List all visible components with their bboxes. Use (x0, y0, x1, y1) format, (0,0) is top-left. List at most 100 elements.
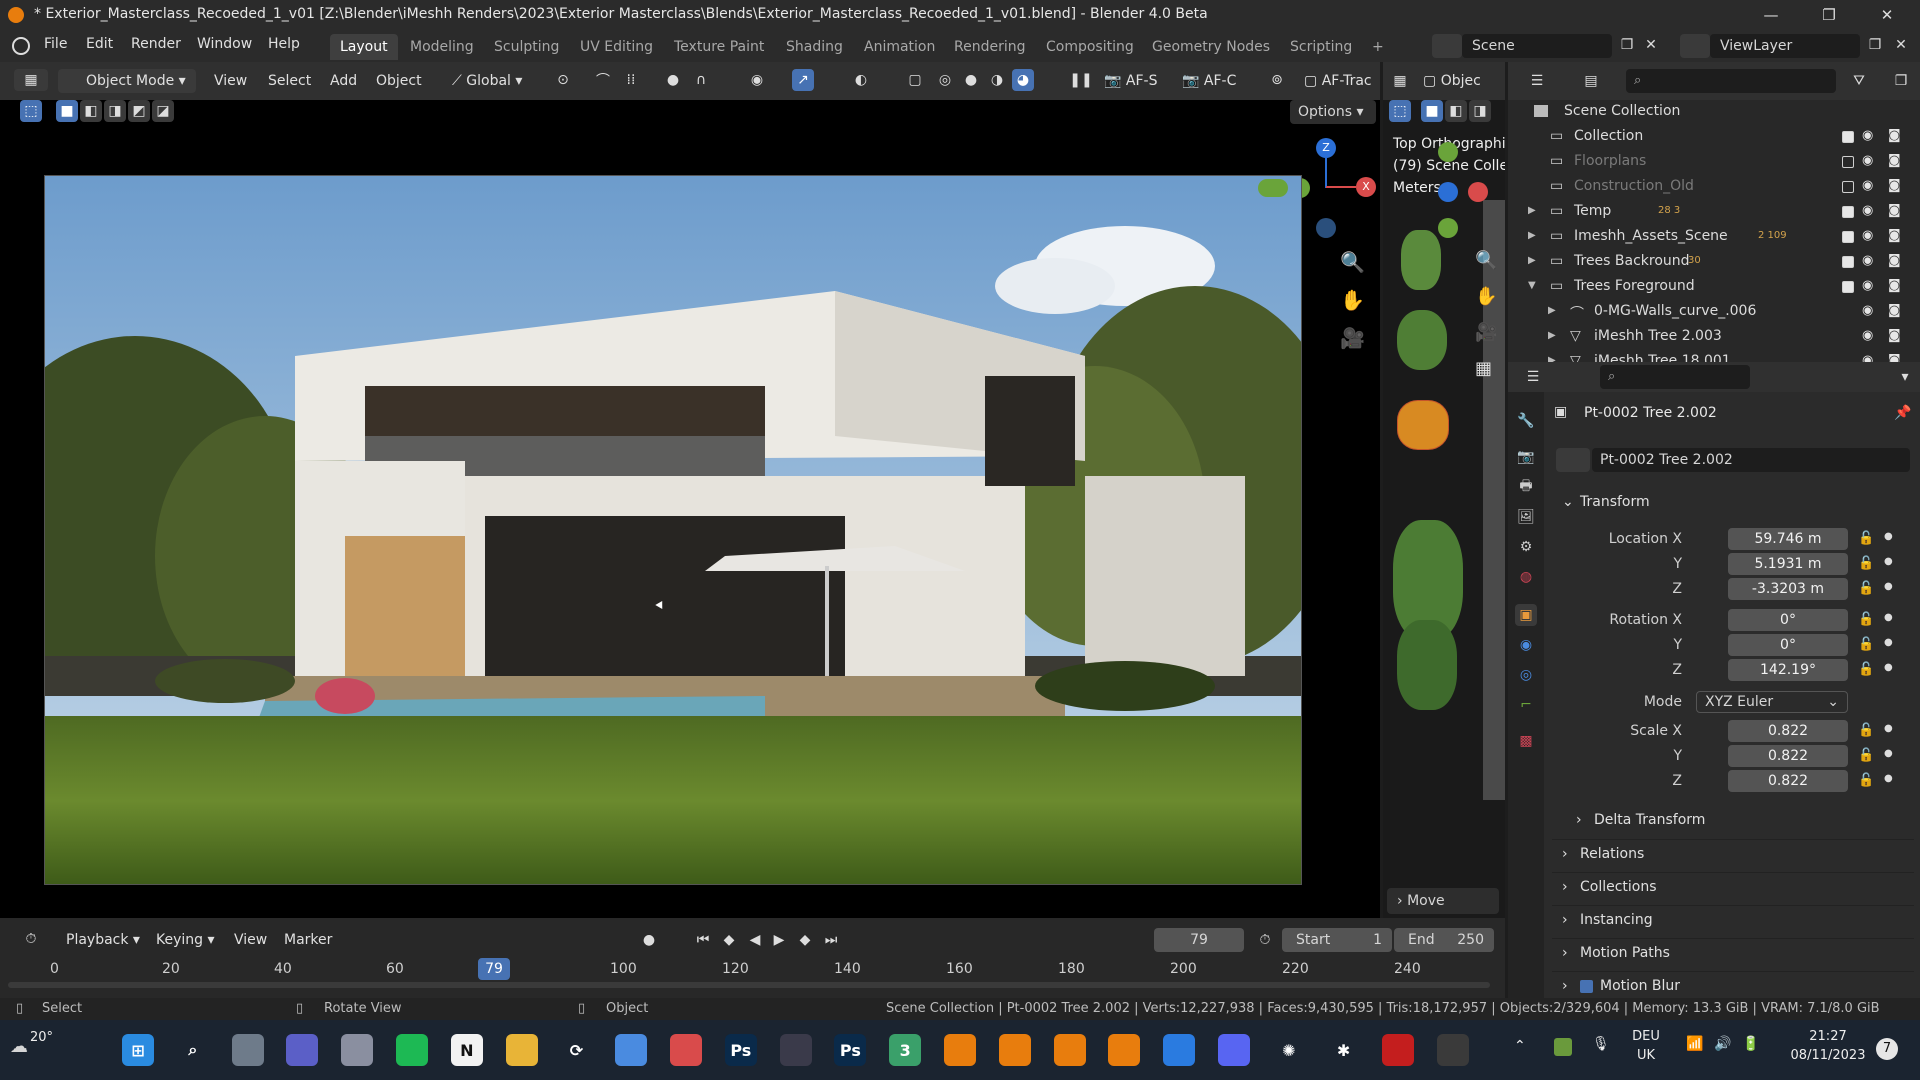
last-operator-panel[interactable]: › Move (1387, 888, 1499, 914)
render-tab-icon[interactable]: 📷 (1515, 446, 1537, 468)
select-new-icon-2[interactable]: ■ (1421, 100, 1443, 122)
keyframe-dot-icon[interactable]: ● (1884, 748, 1893, 759)
camera-render-icon[interactable]: ◙ (1888, 278, 1906, 294)
outliner-item[interactable]: ▶ ⌒ 0-MG-Walls_curve_.006 ◉ ◙ (1508, 300, 1920, 325)
scene-browse-icon[interactable] (1432, 34, 1462, 58)
eye-icon[interactable]: ◉ (1862, 128, 1880, 144)
viewlayer-selector[interactable]: ViewLayer (1710, 34, 1860, 58)
jump-end-icon[interactable]: ⏭ (820, 929, 842, 951)
panel-header[interactable]: › Relations (1552, 839, 1914, 867)
outliner-item[interactable]: ▭ Construction_Old ◉ ◙ (1508, 175, 1920, 200)
select-new-icon[interactable]: ■ (56, 100, 78, 122)
outliner-item[interactable]: ▭ Floorplans ◉ ◙ (1508, 150, 1920, 175)
keyframe-dot-icon[interactable]: ● (1884, 581, 1893, 592)
panel-header[interactable]: › Motion Blur (1552, 971, 1914, 999)
gizmo-z-axis[interactable]: Z (1316, 138, 1336, 158)
outliner-item[interactable]: ▶ ▭ Temp 28 3 ◉ ◙ (1508, 200, 1920, 225)
outliner-item[interactable]: ▼ ▭ Trees Foreground ◉ ◙ (1508, 275, 1920, 300)
lock-icon[interactable]: 🔓 (1858, 723, 1874, 738)
render-preview-image[interactable] (44, 175, 1302, 885)
battery-icon[interactable]: 🔋 (1742, 1036, 1759, 1052)
tab-texture-paint[interactable]: Texture Paint (664, 34, 774, 60)
stopwatch-icon[interactable]: ⏱ (1254, 929, 1276, 951)
acrobat-icon[interactable] (1382, 1034, 1415, 1066)
overlays-icon[interactable]: ◐ (850, 69, 872, 91)
keyframe-dot-icon[interactable]: ● (1884, 612, 1893, 623)
gizmo2-neg-y-axis[interactable] (1438, 218, 1458, 238)
jump-start-icon[interactable]: ⏮ (692, 929, 714, 951)
expand-arrow-icon[interactable]: ▶ (1528, 255, 1536, 266)
openai-icon[interactable]: ✺ (1273, 1034, 1305, 1066)
lock-icon[interactable]: 🔓 (1858, 531, 1874, 546)
exclude-checkbox[interactable] (1842, 256, 1854, 268)
tab-modeling[interactable]: Modeling (400, 34, 484, 60)
motion-blur-checkbox[interactable] (1580, 980, 1593, 993)
world-tab-icon[interactable]: ◍ (1515, 566, 1537, 588)
camera-render-icon[interactable]: ◙ (1888, 228, 1906, 244)
pivot-icon[interactable]: ⊙ (552, 69, 574, 91)
outliner-root[interactable]: Scene Collection (1508, 100, 1920, 125)
proportional-icon[interactable]: ● (662, 69, 684, 91)
eye-icon[interactable]: ◉ (1862, 328, 1880, 344)
object-tab-icon[interactable]: ▣ (1515, 604, 1537, 626)
material-shading-icon[interactable]: ◑ (986, 69, 1008, 91)
menu-file[interactable]: File (44, 36, 67, 52)
gizmo-x-axis[interactable]: X (1356, 177, 1376, 197)
lock-icon[interactable]: 🔓 (1858, 662, 1874, 677)
playhead-frame[interactable]: 79 (478, 958, 510, 980)
wifi-icon[interactable]: 📶 (1686, 1036, 1703, 1052)
exclude-checkbox[interactable] (1842, 281, 1854, 293)
keyframe-dot-icon[interactable]: ● (1884, 556, 1893, 567)
gizmo-toggle-icon[interactable]: ↗ (792, 69, 814, 91)
menu-add[interactable]: Add (324, 69, 363, 93)
play-icon[interactable]: ▶ (768, 929, 790, 951)
transform-value-field[interactable]: 5.1931 m (1728, 553, 1848, 575)
timeline-editor-icon[interactable]: ⏱ (14, 928, 48, 950)
calendar-icon[interactable] (341, 1034, 374, 1066)
display-mode-icon[interactable]: ▤ (1580, 70, 1602, 92)
clock-date[interactable]: 08/11/2023 (1790, 1048, 1866, 1063)
scene-new-icon[interactable]: ❐ (1616, 34, 1638, 56)
grid-view-icon[interactable]: ▦ (1475, 358, 1492, 379)
top-ortho-viewport[interactable]: ⬚ ■ ◧ ◨ Top Orthographic (79) Scene Coll… (1383, 100, 1505, 918)
select-intersect-icon[interactable]: ◪ (152, 100, 174, 122)
blender3-icon[interactable] (1053, 1034, 1086, 1066)
close-button[interactable]: ✕ (1864, 2, 1910, 28)
language-code[interactable]: DEU (1626, 1029, 1666, 1044)
outliner-editor-icon[interactable]: ☰ (1526, 70, 1548, 92)
properties-search-input[interactable]: ⌕ (1600, 365, 1750, 389)
expand-arrow-icon[interactable]: ▼ (1528, 280, 1536, 291)
object-browse-icon[interactable] (1556, 448, 1590, 472)
start-frame-field[interactable]: Start 1 (1282, 928, 1392, 952)
viewlayer-browse-icon[interactable] (1680, 34, 1710, 58)
blender-menu-icon[interactable] (12, 37, 30, 55)
timeline-scrollbar[interactable] (8, 982, 1490, 988)
orientation-dropdown[interactable]: ⟋ Global ▾ (446, 69, 528, 93)
tray-app-icon[interactable] (1554, 1038, 1572, 1056)
eye-icon[interactable]: ◉ (1862, 228, 1880, 244)
pause-render-icon[interactable]: ❚❚ (1069, 69, 1092, 91)
exclude-checkbox[interactable] (1842, 156, 1854, 168)
properties-editor-icon[interactable]: ☰ (1522, 366, 1544, 388)
teams-icon[interactable] (286, 1034, 319, 1066)
navigation-gizmo[interactable]: Z X (1290, 138, 1390, 238)
exclude-checkbox[interactable] (1842, 206, 1854, 218)
notification-badge[interactable]: 7 (1876, 1038, 1898, 1060)
blender4-icon[interactable] (1108, 1034, 1141, 1066)
render-toggle-icon[interactable] (1258, 179, 1288, 197)
lock-icon[interactable]: 🔓 (1858, 612, 1874, 627)
camera-render-icon[interactable]: ◙ (1888, 153, 1906, 169)
object-mode-dropdown-2[interactable]: ▢ Objec (1417, 69, 1505, 93)
gizmo-neg-z-axis[interactable] (1316, 218, 1336, 238)
record-icon[interactable]: ● (638, 929, 660, 951)
keyframe-dot-icon[interactable]: ● (1884, 662, 1893, 673)
af-track-button[interactable]: ▢ AF-Trac (1298, 69, 1380, 93)
volume-icon[interactable]: 🔊 (1714, 1036, 1731, 1052)
network-icon[interactable]: ✱ (1328, 1034, 1360, 1066)
photoshop-icon[interactable]: Ps (724, 1034, 757, 1066)
next-key-icon[interactable]: ◆ (794, 929, 816, 951)
end-frame-field[interactable]: End 250 (1394, 928, 1494, 952)
scene-selector[interactable]: Scene (1462, 34, 1612, 58)
tab-scripting[interactable]: Scripting (1280, 34, 1362, 60)
viewlayer-remove-icon[interactable]: ✕ (1890, 34, 1912, 56)
